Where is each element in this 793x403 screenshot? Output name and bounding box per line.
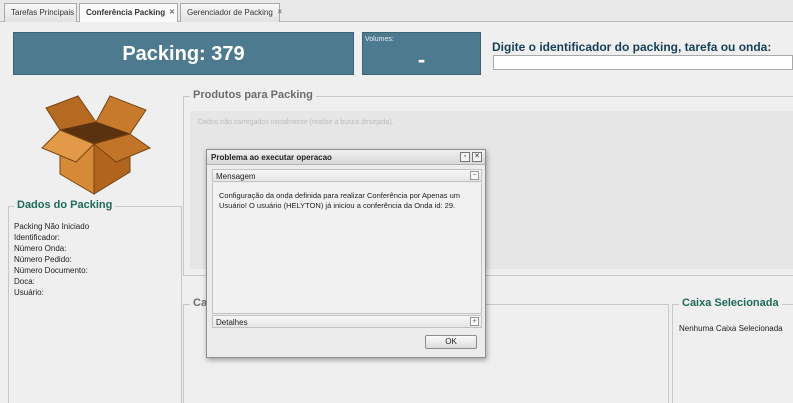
ok-button[interactable]: OK	[425, 335, 477, 349]
volumes-value: -	[417, 47, 426, 72]
search-label: Digite o identificador do packing, taref…	[492, 40, 772, 54]
tab-conferencia-packing[interactable]: Conferência Packing ✕	[79, 3, 178, 23]
message-text: Configuração da onda definida para reali…	[219, 191, 460, 210]
dados-numero-pedido: Número Pedido:	[14, 255, 72, 264]
dados-numero-documento: Número Documento:	[14, 266, 88, 275]
packing-number-panel: Packing: 379	[13, 32, 354, 75]
volumes-panel: Volumes: -	[362, 32, 481, 75]
details-section-header[interactable]: Detalhes +	[212, 315, 482, 328]
tab-tarefas-principais[interactable]: Tarefas Principais	[4, 3, 77, 22]
close-icon[interactable]: ✕	[169, 8, 175, 16]
tab-label: Gerenciador de Packing	[187, 8, 273, 17]
packing-label: Packing: 379	[122, 43, 245, 65]
dados-doca: Doca:	[14, 277, 35, 286]
error-dialog: Problema ao executar operacao ▫ ✕ Mensag…	[206, 149, 486, 358]
dados-packing-title: Dados do Packing	[14, 199, 116, 211]
message-section-label: Mensagem	[216, 172, 256, 181]
details-section-label: Detalhes	[216, 318, 248, 327]
caixa-selecionada-title: Caixa Selecionada	[679, 297, 782, 309]
tab-gerenciador-packing[interactable]: Gerenciador de Packing ✕	[180, 3, 283, 22]
close-icon[interactable]: ✕	[472, 152, 482, 162]
maximize-icon[interactable]: ▫	[460, 152, 470, 162]
tab-label: Conferência Packing	[86, 8, 166, 17]
volumes-label: Volumes:	[365, 36, 394, 43]
caixa-selecionada-text: Nenhuma Caixa Selecionada	[679, 324, 783, 333]
open-cardboard-box-icon	[41, 95, 152, 195]
dados-identificador: Identificador:	[14, 233, 60, 242]
message-body: Configuração da onda definida para reali…	[212, 183, 482, 314]
search-input[interactable]	[493, 55, 793, 70]
dados-usuario: Usuário:	[14, 288, 44, 297]
dialog-title-bar[interactable]: Problema ao executar operacao ▫ ✕	[207, 150, 485, 165]
close-icon[interactable]: ✕	[277, 8, 283, 16]
produtos-empty-text: Dados não carregados inicialmente (reali…	[198, 119, 394, 126]
dados-numero-onda: Número Onda:	[14, 244, 67, 253]
message-section-header[interactable]: Mensagem −	[212, 169, 482, 182]
dialog-title: Problema ao executar operacao	[211, 153, 332, 162]
dados-status: Packing Não Iniciado	[14, 222, 90, 231]
tab-bar: Tarefas Principais Conferência Packing ✕ …	[0, 0, 793, 23]
produtos-packing-title: Produtos para Packing	[190, 89, 316, 101]
collapse-icon[interactable]: −	[470, 171, 479, 180]
tab-label: Tarefas Principais	[11, 8, 75, 17]
dados-packing-list: Packing Não Iniciado Identificador: Núme…	[14, 221, 89, 298]
expand-icon[interactable]: +	[470, 317, 479, 326]
dados-packing-panel: Dados do Packing Packing Não Iniciado Id…	[8, 199, 182, 403]
caixa-selecionada-panel: Caixa Selecionada Nenhuma Caixa Selecion…	[672, 297, 793, 403]
